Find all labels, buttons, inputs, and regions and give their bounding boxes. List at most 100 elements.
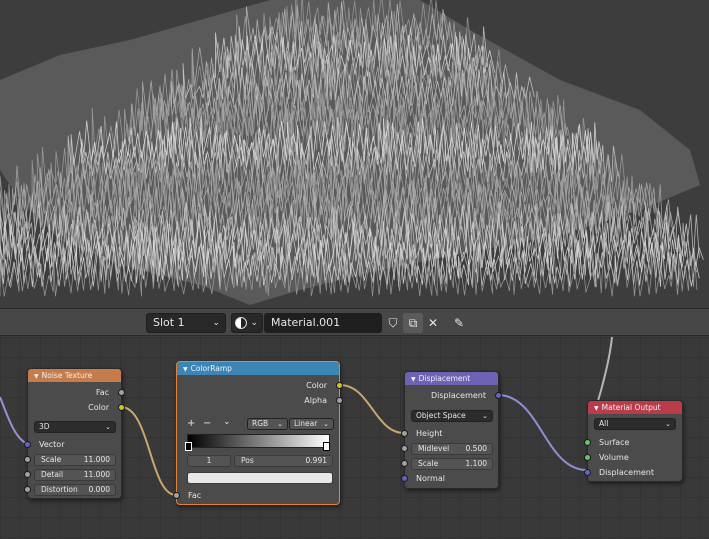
- output-fac-socket[interactable]: [118, 389, 125, 396]
- material-sphere-icon: [235, 317, 247, 329]
- ramp-menu-chevron-icon[interactable]: ⌄: [223, 417, 231, 427]
- dimension-value: 3D: [39, 422, 50, 431]
- chevron-down-icon: ⌄: [482, 412, 488, 420]
- detail-value: 11.000: [83, 470, 110, 479]
- stop-position-field[interactable]: Pos 0.991: [234, 455, 333, 467]
- input-height-label: Height: [416, 429, 443, 438]
- midlevel-label: Midlevel: [418, 444, 450, 453]
- input-height-socket[interactable]: [401, 430, 408, 437]
- noise-texture-header[interactable]: ▼ Noise Texture: [28, 369, 121, 382]
- input-normal-socket[interactable]: [401, 475, 408, 482]
- input-displacement-socket[interactable]: [584, 469, 591, 476]
- displacement-header[interactable]: ▼ Displacement: [405, 372, 498, 385]
- color-stop-white-handle[interactable]: [323, 442, 330, 451]
- output-fac-label: Fac: [95, 388, 109, 397]
- material-output-header[interactable]: ▼ Material Output: [588, 401, 682, 414]
- scale-value: 1.100: [465, 459, 487, 468]
- scale-field[interactable]: Scale 1.100: [411, 458, 493, 470]
- duplicate-material-icon[interactable]: ⧉: [403, 313, 423, 333]
- input-scale-socket[interactable]: [24, 456, 31, 463]
- material-output-node[interactable]: ▼ Material Output All ⌄ Surface Volume Dis…: [584, 400, 683, 482]
- chevron-down-icon: ⌄: [277, 420, 283, 428]
- colorramp-header[interactable]: ▼ ColorRamp: [177, 362, 339, 375]
- input-normal-label: Normal: [416, 474, 445, 483]
- scale-field[interactable]: Scale 11.000: [34, 454, 116, 466]
- scale-value: 11.000: [83, 455, 110, 464]
- interpolation-value: Linear: [294, 419, 318, 428]
- output-color-socket[interactable]: [336, 382, 343, 389]
- detail-label: Detail: [41, 470, 64, 479]
- fake-user-shield-icon[interactable]: ⛉: [383, 313, 403, 333]
- color-ramp-gradient[interactable]: [187, 434, 330, 448]
- distortion-label: Distortion: [41, 485, 78, 494]
- stop-color-swatch[interactable]: [187, 472, 333, 484]
- interpolation-dropdown[interactable]: Linear ⌄: [289, 418, 334, 430]
- detail-field[interactable]: Detail 11.000: [34, 469, 116, 481]
- input-detail-socket[interactable]: [24, 471, 31, 478]
- input-vector-socket[interactable]: [24, 441, 31, 448]
- input-scale-socket[interactable]: [401, 460, 408, 467]
- collapse-triangle-icon[interactable]: ▼: [411, 376, 416, 383]
- input-displacement-label: Displacement: [599, 468, 654, 477]
- color-stop-black-handle[interactable]: [185, 442, 192, 451]
- scale-label: Scale: [41, 455, 62, 464]
- chevron-down-icon: ⌄: [212, 318, 220, 328]
- target-value: All: [599, 419, 609, 428]
- color-mode-value: RGB: [252, 419, 269, 428]
- collapse-triangle-icon[interactable]: ▼: [594, 405, 599, 412]
- input-midlevel-socket[interactable]: [401, 445, 408, 452]
- link-offscreen-vector: [0, 396, 28, 445]
- collapse-triangle-icon[interactable]: ▼: [34, 373, 39, 380]
- unlink-close-icon[interactable]: ✕: [423, 313, 443, 333]
- node-title: Material Output: [601, 403, 661, 412]
- output-displacement-socket[interactable]: [495, 392, 502, 399]
- 3d-viewport[interactable]: [0, 0, 709, 308]
- material-name-field[interactable]: Material.001: [264, 313, 382, 333]
- node-title: Noise Texture: [41, 371, 93, 380]
- input-fac-socket[interactable]: [173, 492, 180, 499]
- output-alpha-label: Alpha: [304, 396, 327, 405]
- node-editor-header: Slot 1 ⌄ ⌄ Material.001 ⛉ ⧉ ✕ ✎: [0, 308, 709, 336]
- chevron-down-icon: ⌄: [250, 318, 258, 328]
- output-displacement-label: Displacement: [431, 391, 486, 400]
- material-browse-button[interactable]: ⌄: [231, 313, 263, 333]
- chevron-down-icon: ⌄: [665, 420, 671, 428]
- distortion-field[interactable]: Distortion 0.000: [34, 484, 116, 496]
- dimension-dropdown[interactable]: 3D ⌄: [34, 421, 116, 433]
- collapse-triangle-icon[interactable]: ▼: [183, 366, 188, 373]
- link-noise-color-ramp-fac: [120, 406, 177, 496]
- output-color-socket[interactable]: [118, 404, 125, 411]
- midlevel-value: 0.500: [465, 444, 487, 453]
- chevron-down-icon: ⌄: [105, 423, 111, 431]
- active-stop-index-field[interactable]: 1: [187, 455, 231, 467]
- node-title: Displacement: [418, 374, 471, 383]
- material-name: Material.001: [271, 316, 341, 329]
- input-surface-label: Surface: [599, 438, 630, 447]
- colorramp-node[interactable]: ▼ ColorRamp Color Alpha + − ⌄ RGB ⌄ Linear…: [173, 361, 343, 505]
- active-stop-index: 1: [206, 456, 212, 465]
- slot-label: Slot 1: [153, 316, 185, 329]
- node-editor-canvas[interactable]: ▼ Noise Texture Fac Color 3D ⌄ Vector Scal…: [0, 337, 709, 539]
- output-alpha-socket[interactable]: [336, 397, 343, 404]
- remove-stop-button[interactable]: −: [203, 418, 211, 429]
- input-fac-label: Fac: [188, 491, 202, 500]
- color-mode-dropdown[interactable]: RGB ⌄: [247, 418, 288, 430]
- link-disp-output: [497, 394, 588, 471]
- pos-value: 0.991: [305, 456, 327, 465]
- displaced-terrain-mesh: [0, 0, 704, 305]
- space-dropdown[interactable]: Object Space ⌄: [411, 410, 493, 422]
- add-stop-button[interactable]: +: [187, 418, 195, 429]
- input-volume-socket[interactable]: [584, 454, 591, 461]
- midlevel-field[interactable]: Midlevel 0.500: [411, 443, 493, 455]
- input-surface-socket[interactable]: [584, 439, 591, 446]
- input-distortion-socket[interactable]: [24, 486, 31, 493]
- link-ramp-color-disp-height: [339, 384, 405, 434]
- output-color-label: Color: [88, 403, 109, 412]
- noise-texture-node[interactable]: ▼ Noise Texture Fac Color 3D ⌄ Vector Scal…: [24, 368, 125, 499]
- slot-selector[interactable]: Slot 1 ⌄: [146, 313, 226, 333]
- displacement-node[interactable]: ▼ Displacement Displacement Object Space ⌄…: [401, 371, 502, 489]
- target-dropdown[interactable]: All ⌄: [594, 418, 676, 430]
- output-color-label: Color: [306, 381, 327, 390]
- pin-icon[interactable]: ✎: [449, 313, 469, 333]
- node-title: ColorRamp: [190, 364, 232, 373]
